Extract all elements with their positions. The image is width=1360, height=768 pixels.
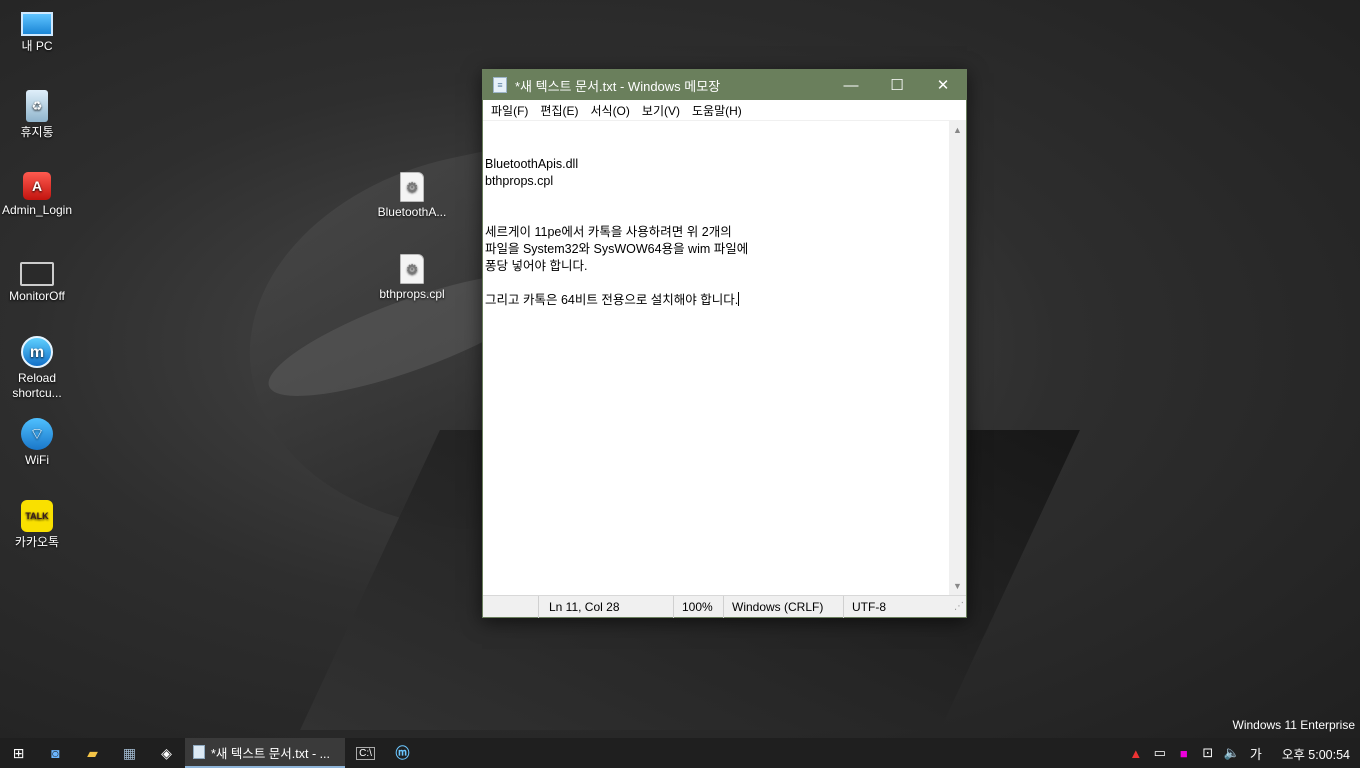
status-encoding: UTF-8 xyxy=(843,595,923,618)
desktop-icon-wifi[interactable]: ⌔ WiFi xyxy=(0,418,74,468)
volume-icon[interactable]: 🔈 xyxy=(1220,745,1244,761)
color-palette-icon[interactable]: ■ xyxy=(1172,746,1196,761)
desktop-icon-label: WiFi xyxy=(25,453,49,467)
text-line xyxy=(485,190,948,207)
title-bar[interactable]: ≡ *새 텍스트 문서.txt - Windows 메모장 — ☐ ✕ xyxy=(483,70,966,100)
network-icon[interactable]: ⊡ xyxy=(1196,745,1220,761)
maximize-button[interactable]: ☐ xyxy=(874,70,920,100)
taskbar-tool[interactable]: ◈ xyxy=(148,738,185,768)
menu-help[interactable]: 도움말(H) xyxy=(686,102,748,119)
ime-indicator[interactable]: 가 xyxy=(1244,744,1268,763)
close-button[interactable]: ✕ xyxy=(920,70,966,100)
status-position: Ln 11, Col 28 xyxy=(538,595,673,618)
folder-icon: ▰ xyxy=(87,744,98,761)
text-line: 퐁당 넣어야 합니다. xyxy=(485,259,588,273)
computer-icon xyxy=(21,12,53,36)
recycle-bin-icon: ♻ xyxy=(26,90,48,122)
windows-edition-watermark: Windows 11 Enterprise xyxy=(1232,718,1356,732)
text-editor[interactable]: BluetoothApis.dll bthprops.cpl 세르게이 11pe… xyxy=(483,121,950,595)
notepad-window[interactable]: ≡ *새 텍스트 문서.txt - Windows 메모장 — ☐ ✕ 파일(F… xyxy=(482,69,967,618)
scroll-down-icon[interactable]: ▼ xyxy=(953,581,962,591)
status-zoom: 100% xyxy=(673,595,723,618)
camera-icon: ◙ xyxy=(51,745,60,761)
taskbar-cmd[interactable]: C:\ xyxy=(347,738,384,768)
m-app-icon: ⓜ xyxy=(395,745,410,761)
taskbar-calculator[interactable]: ▦ xyxy=(111,738,148,768)
status-line-ending: Windows (CRLF) xyxy=(723,595,843,618)
taskbar-explorer[interactable]: ▰ xyxy=(74,738,111,768)
desktop-icon-label: 카카오톡 xyxy=(14,535,60,549)
resize-grip-icon[interactable]: ⋰ xyxy=(954,601,964,612)
text-line-current: 그리고 카톡은 64비트 전용으로 설치해야 합니다. xyxy=(485,292,948,309)
command-prompt-icon: C:\ xyxy=(356,746,375,760)
desktop-icon-my-pc[interactable]: 내 PC xyxy=(0,8,74,54)
menu-bar: 파일(F) 편집(E) 서식(O) 보기(V) 도움말(H) xyxy=(483,100,966,121)
desktop-icon-reload-shortcut[interactable]: m Reload shortcu... xyxy=(0,336,74,401)
desktop-icon-admin-login[interactable]: A Admin_Login xyxy=(0,172,74,218)
display-icon[interactable]: ▭ xyxy=(1148,745,1172,761)
desktop-icon-recycle-bin[interactable]: ♻ 휴지통 xyxy=(0,90,74,140)
text-line xyxy=(485,139,948,156)
tool-icon: ◈ xyxy=(161,744,172,761)
laptop-icon xyxy=(20,262,54,286)
notepad-icon: ≡ xyxy=(493,77,507,93)
taskbar-m-app[interactable]: ⓜ xyxy=(384,738,421,768)
desktop-icon-monitoroff[interactable]: MonitorOff xyxy=(0,254,74,304)
desktop-icon-label: MonitorOff xyxy=(9,289,65,303)
app-tray-icon[interactable]: ▲ xyxy=(1124,746,1148,761)
taskbar-camera[interactable]: ◙ xyxy=(37,738,74,768)
desktop-icon-kakaotalk[interactable]: TALK 카카오톡 xyxy=(0,500,74,550)
calculator-icon: ▦ xyxy=(122,744,137,761)
vertical-scrollbar[interactable]: ▲ ▼ xyxy=(949,121,966,595)
m-app-icon: m xyxy=(21,336,53,368)
maximize-icon: ☐ xyxy=(890,77,904,94)
admin-app-icon: A xyxy=(23,172,51,200)
text-line: 세르게이 11pe에서 카톡을 사용하려면 위 2개의 xyxy=(485,225,732,239)
minimize-icon: — xyxy=(843,76,859,94)
status-bar: Ln 11, Col 28 100% Windows (CRLF) UTF-8 … xyxy=(483,595,966,618)
close-icon: ✕ xyxy=(936,77,950,94)
desktop-icon-label: Admin_Login xyxy=(1,203,73,217)
desktop-icon-label: 내 PC xyxy=(21,39,53,53)
text-line: 그리고 카톡은 64비트 전용으로 설치해야 합니다. xyxy=(485,293,739,307)
text-line xyxy=(485,207,948,224)
taskbar-app-notepad[interactable]: *새 텍스트 문서.txt - ... xyxy=(185,738,345,768)
menu-edit[interactable]: 편집(E) xyxy=(534,102,584,119)
start-button[interactable]: ⊞ xyxy=(0,738,37,768)
desktop-icon-label: Reload shortcu... xyxy=(12,371,62,400)
menu-file[interactable]: 파일(F) xyxy=(485,102,534,119)
status-spacer xyxy=(483,596,538,618)
text-line xyxy=(485,122,948,139)
text-caret xyxy=(738,292,740,306)
text-line xyxy=(485,275,948,292)
taskbar: ⊞ ◙ ▰ ▦ ◈ *새 텍스트 문서.txt - ... C:\ ⓜ ▲ ▭ … xyxy=(0,738,1360,768)
kakaotalk-icon: TALK xyxy=(21,500,53,532)
cpl-file-icon: ⚙ xyxy=(400,254,424,284)
text-line: BluetoothApis.dll xyxy=(485,157,579,171)
text-line: bthprops.cpl xyxy=(485,174,554,188)
desktop-icon-label: 휴지통 xyxy=(20,125,54,139)
taskbar-app-label: *새 텍스트 문서.txt - ... xyxy=(211,746,331,761)
windows-logo-icon: ⊞ xyxy=(12,744,25,761)
minimize-button[interactable]: — xyxy=(828,70,874,100)
menu-view[interactable]: 보기(V) xyxy=(636,102,686,119)
desktop-icon-bthprops[interactable]: ⚙ bthprops.cpl xyxy=(375,254,449,302)
dll-file-icon: ⚙ xyxy=(400,172,424,202)
system-tray: ▲ ▭ ■ ⊡ 🔈 가 오후 5:00:54 xyxy=(1124,738,1360,768)
text-line: 파일을 System32와 SysWOW64용을 wim 파일에 xyxy=(485,242,749,256)
menu-format[interactable]: 서식(O) xyxy=(584,102,635,119)
clock[interactable]: 오후 5:00:54 xyxy=(1268,744,1360,763)
wifi-icon: ⌔ xyxy=(21,418,53,450)
desktop-icon-label: bthprops.cpl xyxy=(379,287,445,301)
window-title: *새 텍스트 문서.txt - Windows 메모장 xyxy=(515,78,721,94)
notepad-icon xyxy=(193,745,205,759)
desktop-icon-bluetoothapis[interactable]: ⚙ BluetoothA... xyxy=(375,172,449,220)
scroll-up-icon[interactable]: ▲ xyxy=(953,125,962,135)
desktop-icon-label: BluetoothA... xyxy=(377,205,447,219)
